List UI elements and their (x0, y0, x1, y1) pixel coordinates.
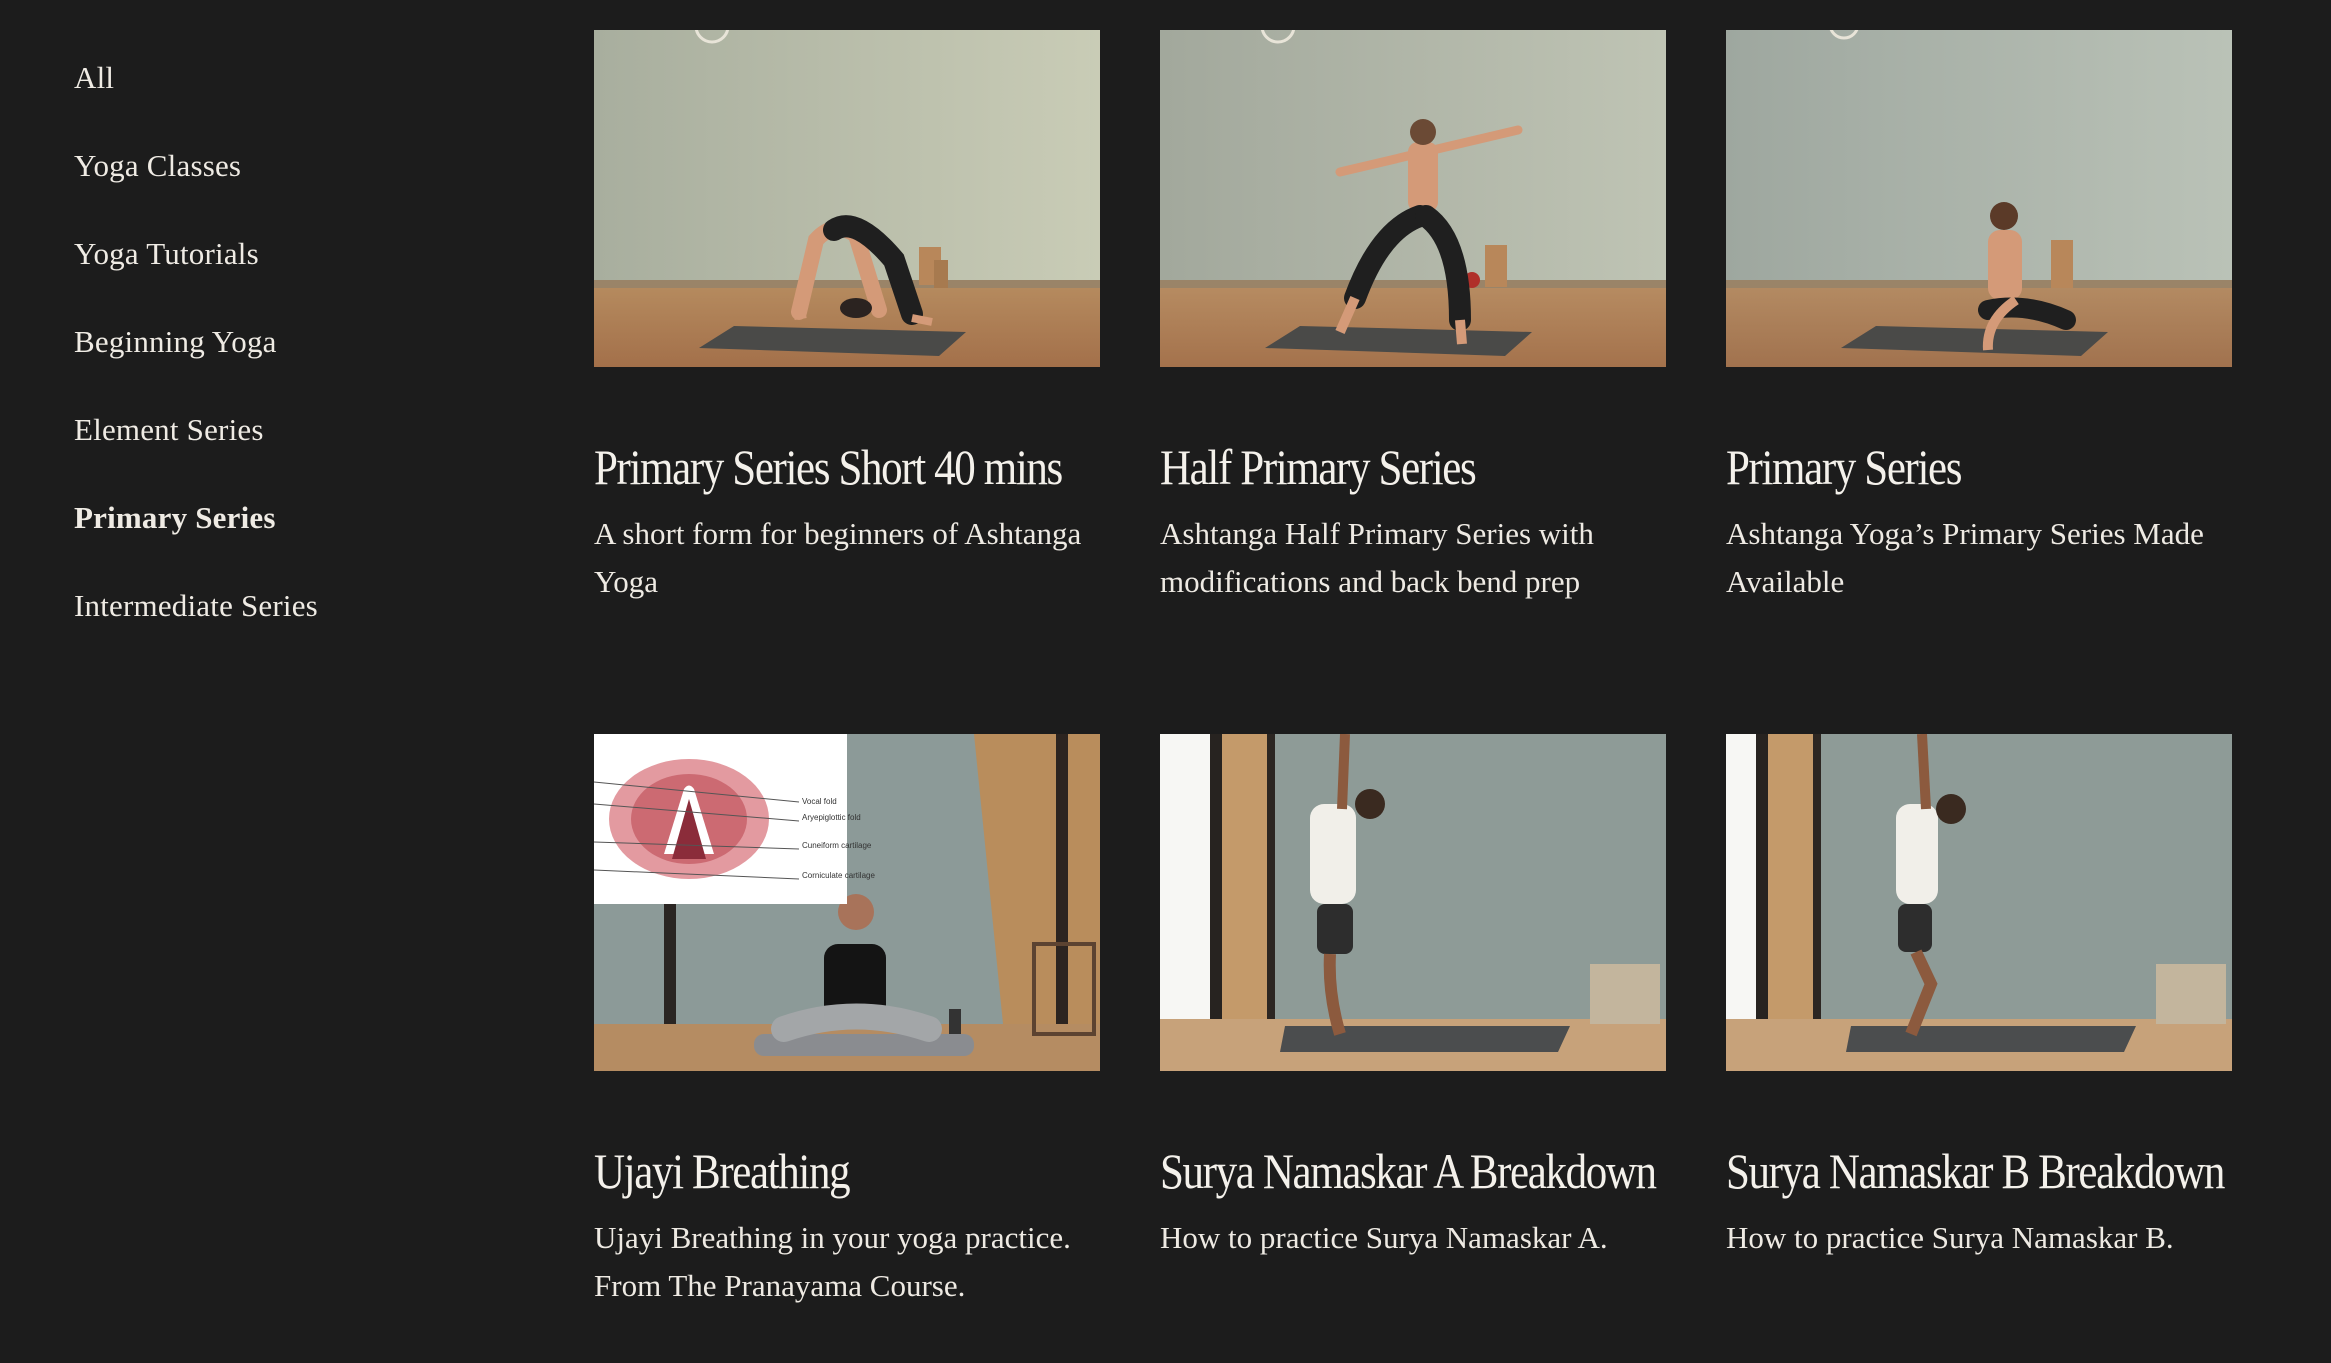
card-title[interactable]: Half Primary Series (1160, 439, 1595, 495)
downward-dog-pose-image (594, 30, 1100, 367)
diagram-label: Vocal fold (802, 797, 837, 806)
card-description: Ashtanga Yoga’s Primary Series Made Avai… (1726, 516, 2204, 599)
video-card[interactable]: Vocal fold Aryepiglottic fold Cuneiform … (594, 734, 1100, 1310)
sidebar-item-all[interactable]: All (74, 58, 494, 98)
card-title[interactable]: Surya Namaskar B Breakdown (1726, 1143, 2225, 1199)
video-thumbnail[interactable]: Vocal fold Aryepiglottic fold Cuneiform … (594, 734, 1100, 1071)
sidebar-item-yoga-classes[interactable]: Yoga Classes (74, 146, 494, 186)
diagram-label: Cuneiform cartilage (802, 841, 872, 850)
video-thumbnail[interactable] (1726, 30, 2232, 367)
video-thumbnail[interactable] (1160, 734, 1666, 1071)
card-title[interactable]: Primary Series Short 40 mins (594, 439, 1063, 495)
video-card[interactable]: Primary Series Short 40 mins A short for… (594, 30, 1100, 606)
surya-namaskar-b-image (1726, 734, 2232, 1071)
sidebar-item-intermediate-series[interactable]: Intermediate Series (74, 586, 494, 626)
video-card[interactable]: Primary Series Ashtanga Yoga’s Primary S… (1726, 30, 2232, 606)
sidebar-item-beginning-yoga[interactable]: Beginning Yoga (74, 322, 494, 362)
surya-namaskar-a-image (1160, 734, 1666, 1071)
card-description: A short form for beginners of Ashtanga Y… (594, 516, 1082, 599)
card-title[interactable]: Ujayi Breathing (594, 1143, 1029, 1199)
diagram-label: Aryepiglottic fold (802, 813, 861, 822)
card-title[interactable]: Surya Namaskar A Breakdown (1160, 1143, 1657, 1199)
card-description: Ujayi Breathing in your yoga practice. F… (594, 1220, 1071, 1303)
seated-twist-pose-image (1726, 30, 2232, 367)
sidebar-item-yoga-tutorials[interactable]: Yoga Tutorials (74, 234, 494, 274)
card-description: Ashtanga Half Primary Series with modifi… (1160, 516, 1594, 599)
video-thumbnail[interactable] (1726, 734, 2232, 1071)
diagram-label: Corniculate cartilage (802, 871, 875, 880)
ujayi-breathing-image: Vocal fold Aryepiglottic fold Cuneiform … (594, 734, 1100, 1071)
sidebar-item-primary-series[interactable]: Primary Series (74, 498, 494, 538)
card-description: How to practice Surya Namaskar B. (1726, 1220, 2174, 1255)
video-card[interactable]: Surya Namaskar A Breakdown How to practi… (1160, 734, 1666, 1262)
sidebar-item-element-series[interactable]: Element Series (74, 410, 494, 450)
warrior-two-pose-image (1160, 30, 1666, 367)
card-title[interactable]: Primary Series (1726, 439, 2161, 495)
video-thumbnail[interactable] (594, 30, 1100, 367)
video-card[interactable]: Half Primary Series Ashtanga Half Primar… (1160, 30, 1666, 606)
video-thumbnail[interactable] (1160, 30, 1666, 367)
card-description: How to practice Surya Namaskar A. (1160, 1220, 1608, 1255)
video-card[interactable]: Surya Namaskar B Breakdown How to practi… (1726, 734, 2232, 1262)
category-sidebar: All Yoga Classes Yoga Tutorials Beginnin… (74, 58, 494, 674)
